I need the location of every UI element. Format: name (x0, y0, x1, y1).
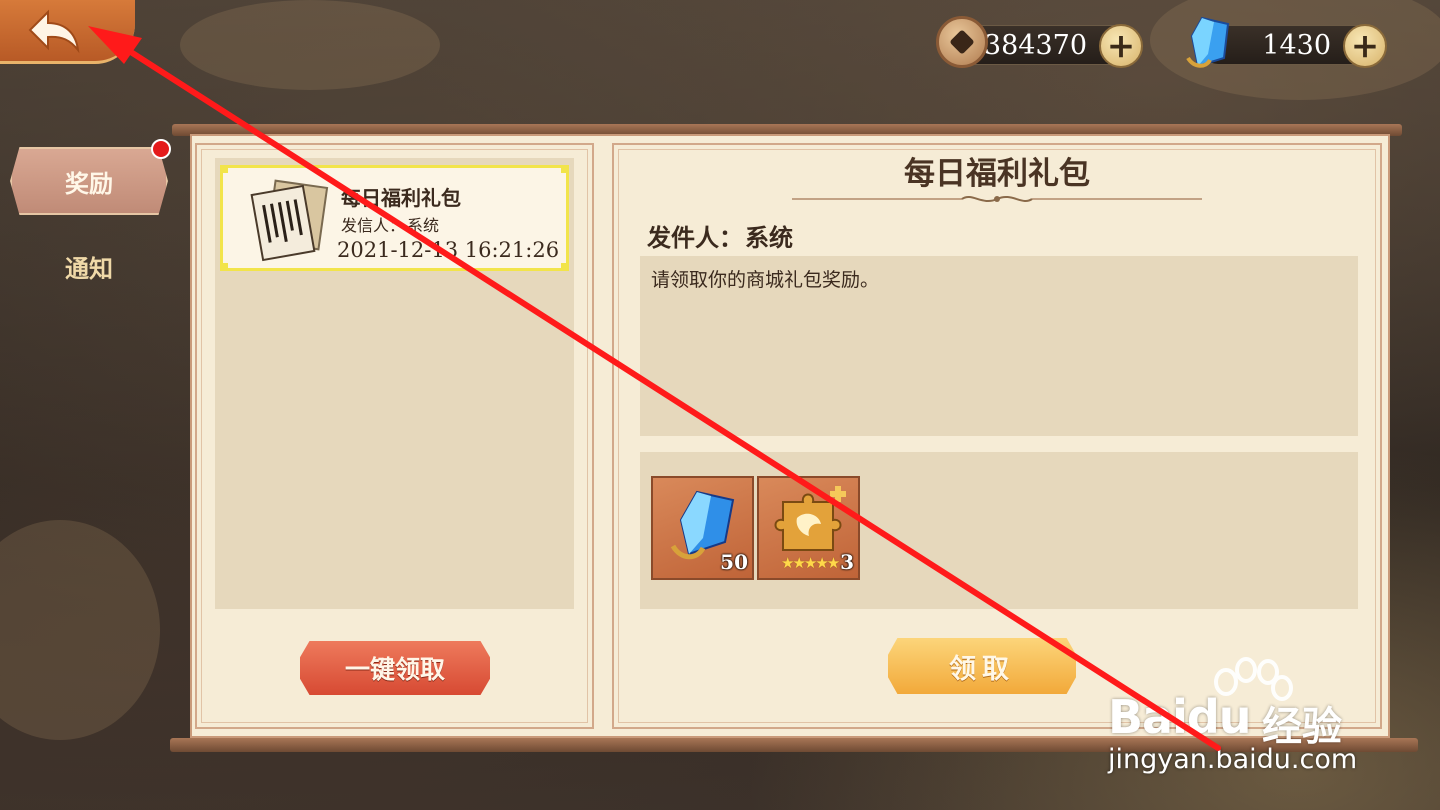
watermark-url: jingyan.baidu.com (1108, 744, 1358, 775)
detail-sender-name: 系统 (745, 223, 793, 252)
mail-item-sender-label: 发信人： (341, 216, 406, 235)
claim-label: 领取 (949, 653, 1015, 685)
crystal-counter: 1430 + (1186, 16, 1387, 68)
crystal-amount: 1430 (1262, 29, 1331, 61)
add-coins-button[interactable]: + (1099, 24, 1143, 68)
back-button[interactable] (0, 0, 135, 64)
message-text: 请领取你的商城礼包奖励。 (651, 269, 880, 291)
tab-rewards[interactable]: 奖励 (10, 147, 168, 215)
gold-puzzle-piece-icon (774, 486, 846, 551)
tab-notices-label: 通知 (65, 253, 113, 283)
tab-notices[interactable]: 通知 (10, 232, 168, 300)
back-arrow-icon (28, 9, 80, 53)
claim-button[interactable]: 领取 (888, 638, 1076, 694)
cloud-decoration (180, 0, 440, 90)
detail-sender-label: 发件人： (647, 223, 743, 252)
mail-detail-title: 每日福利礼包 (904, 156, 1090, 192)
coin-counter: 384370 + (936, 16, 1143, 68)
coin-amount: 384370 (983, 29, 1087, 61)
reward-count: 50 (720, 550, 748, 574)
list-item[interactable]: 每日福利礼包 发信人： 系统 2021-12-13 16:21:26 (220, 165, 569, 271)
mail-item-title: 每日福利礼包 (341, 186, 461, 210)
title-divider (792, 196, 1202, 202)
mail-item-date: 2021-12-13 16:21:26 (337, 238, 560, 262)
notification-dot (151, 139, 171, 159)
coin-icon (936, 16, 988, 68)
watermark-brand: Baidu (1108, 690, 1252, 744)
rarity-stars: ★★★★★ (781, 554, 840, 572)
blue-crystal-icon (1186, 16, 1230, 68)
reward-item-puzzle[interactable]: ★★★★★ 3 (757, 476, 860, 580)
tab-rewards-label: 奖励 (65, 168, 113, 198)
mail-item-sender: 系统 (407, 216, 440, 235)
letter-icon (250, 179, 329, 262)
claim-all-label: 一键领取 (344, 655, 445, 684)
detail-sender: 发件人：系统 (645, 218, 793, 253)
add-crystals-button[interactable]: + (1343, 24, 1387, 68)
reward-count: 3 (840, 550, 854, 574)
claim-all-button[interactable]: 一键领取 (300, 641, 490, 695)
reward-item-crystal[interactable]: 50 (651, 476, 754, 580)
